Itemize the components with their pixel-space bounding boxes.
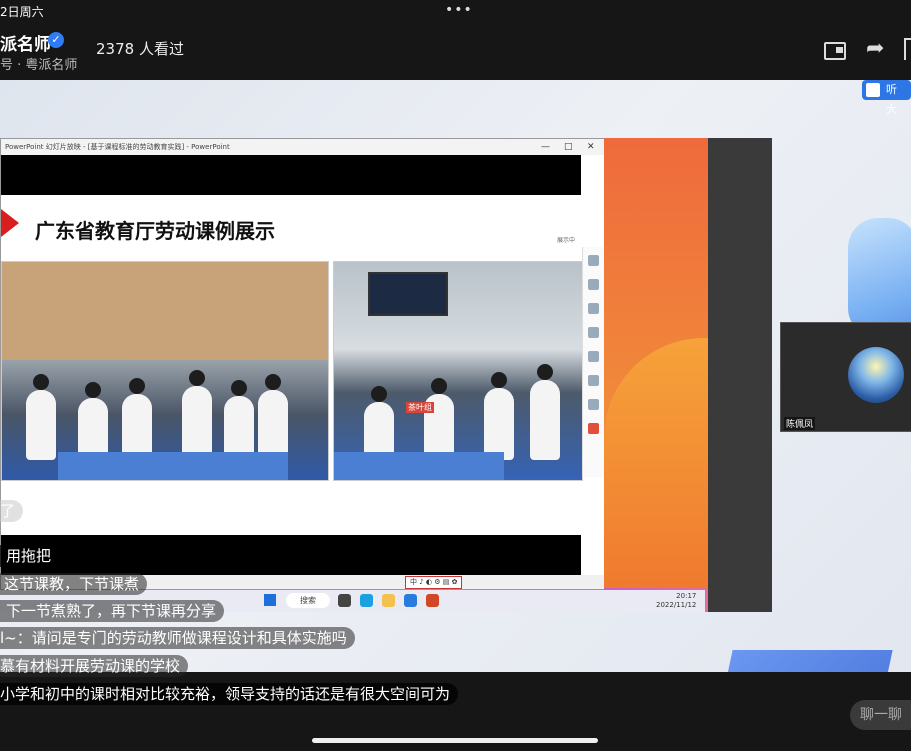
ppt-titlebar: PowerPoint 幻灯片放映 - [基于课程标准的劳动教育实践] - Pow… [1, 139, 605, 155]
slide-letterbox-top [1, 155, 581, 195]
taskbar-clock: 20:17 2022/11/12 [656, 592, 696, 610]
ppt-window-title: PowerPoint 幻灯片放映 - [基于课程标准的劳动教育实践] - Pow… [5, 143, 230, 151]
share-icon[interactable]: ➦ [866, 36, 884, 61]
edge-browser-icon[interactable] [360, 594, 373, 607]
status-time: 2日周六 [0, 5, 44, 19]
chat-comment: 慕有材料开展劳动课的学校 [0, 655, 189, 677]
file-explorer-icon[interactable] [382, 594, 395, 607]
sidebar-tool-icon[interactable] [588, 423, 599, 434]
channel-subtitle: 号 · 粤派名师 [0, 58, 78, 73]
taskbar-app-icon[interactable] [338, 594, 351, 607]
teacher-name: 陈佩凤 [784, 417, 816, 430]
table-sign: 茶叶组 [406, 402, 434, 413]
teacher-camera-tile[interactable]: 陈佩凤 [780, 322, 911, 432]
maximize-icon[interactable]: □ [564, 139, 573, 155]
taskbar-app-icon[interactable] [404, 594, 417, 607]
sidebar-tool-icon[interactable] [588, 303, 599, 314]
student-figure [530, 364, 560, 460]
taskbar-time: 20:17 [676, 592, 697, 600]
home-indicator[interactable] [312, 738, 598, 743]
wallpaper-panel [604, 138, 708, 588]
teacher-avatar [848, 347, 904, 403]
input-method-bar[interactable]: 中 ♪ ◐ ⚙ ▤ ✿ [405, 576, 463, 589]
ppt-tool-sidebar[interactable] [582, 247, 605, 477]
chat-button[interactable]: 聊一聊 [850, 700, 911, 730]
sidebar-tool-icon[interactable] [588, 255, 599, 266]
student-figure [484, 372, 514, 460]
decorative-cube-shape [711, 650, 893, 672]
decorative-glass-shape [848, 218, 911, 338]
classroom-table [58, 452, 288, 480]
windows-start-icon[interactable] [264, 594, 276, 606]
sidebar-tool-icon[interactable] [588, 327, 599, 338]
sidebar-tool-icon[interactable] [588, 375, 599, 386]
taskbar-date: 2022/11/12 [656, 601, 697, 609]
fullscreen-icon[interactable] [904, 38, 911, 60]
shared-powerpoint-window: PowerPoint 幻灯片放映 - [基于课程标准的劳动教育实践] - Pow… [0, 138, 606, 590]
slide-title: 广东省教育厅劳动课例展示 [35, 219, 275, 243]
chat-comment: 下一节煮熟了，再下节课再分享 [0, 600, 225, 622]
taskbar-search[interactable]: 搜索 [286, 593, 330, 608]
listen-badge[interactable]: 听大 [862, 80, 911, 116]
chat-comment: l~：请问是专门的劳动教师做课程设计和具体实施吗 [0, 627, 355, 649]
classroom-photo-left [1, 261, 329, 481]
student-figure [78, 382, 108, 460]
sidebar-tool-icon[interactable] [588, 399, 599, 410]
sidebar-tool-icon[interactable] [588, 351, 599, 362]
powerpoint-icon[interactable] [426, 594, 439, 607]
chat-comment: 了 [0, 500, 24, 522]
student-figure [26, 374, 56, 460]
slide-arrow-icon [1, 209, 19, 237]
more-options-dots[interactable]: ••• [445, 2, 473, 18]
close-icon[interactable]: ✕ [587, 139, 595, 155]
classroom-table [334, 452, 504, 480]
classroom-photo-right: 茶叶组 [333, 261, 583, 481]
student-figure [122, 378, 152, 460]
student-figure [258, 374, 288, 460]
classroom-screen [368, 272, 448, 316]
student-figure [224, 380, 254, 460]
verified-icon: ✓ [48, 32, 64, 48]
slide-note: 展示中 [557, 237, 576, 244]
dark-side-panel [708, 138, 772, 612]
live-header: 派名师 ✓ 号 · 粤派名师 2378 人看过 ➦ [0, 22, 911, 80]
channel-name[interactable]: 派名师 [0, 30, 51, 55]
chat-comment: 小学和初中的课时相对比较充裕，领导支持的话还是有很大空间可为 [0, 683, 459, 705]
minimize-icon[interactable]: — [541, 139, 550, 155]
slide: 广东省教育厅劳动课例展示 展示中 茶叶组 [1, 195, 583, 535]
student-figure [182, 370, 212, 460]
slide-letterbox-bottom [1, 535, 581, 575]
viewer-count: 2378 人看过 [96, 40, 184, 58]
picture-in-picture-icon[interactable] [824, 42, 846, 60]
chat-comment: 用拖把 [0, 545, 60, 567]
chat-comment: 这节课教，下节课煮 [0, 573, 148, 595]
sidebar-tool-icon[interactable] [588, 279, 599, 290]
